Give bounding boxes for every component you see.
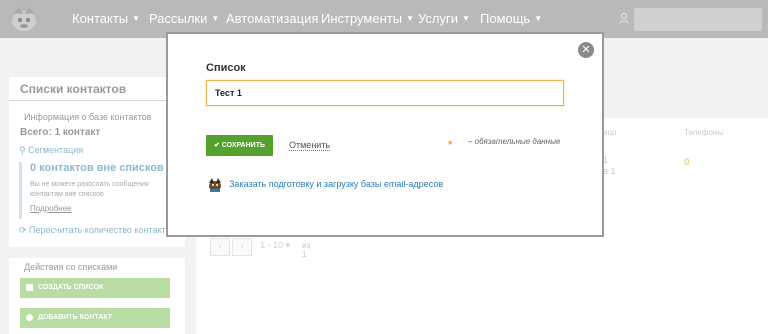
recount-link[interactable]: ⟳ Пересчитать количество контактов <box>19 225 175 236</box>
required-note: – обязательные данные <box>468 137 561 146</box>
add-contact-button[interactable]: ДОБАВИТЬ КОНТАКТ <box>20 308 170 328</box>
user-icon[interactable] <box>618 12 630 24</box>
info-legend: Информация о базе контактов <box>22 112 154 122</box>
chevron-down-icon: ▾ <box>283 240 291 250</box>
chevron-down-icon: ▼ <box>461 14 470 23</box>
order-database-link[interactable]: Заказать подготовку и загрузку базы emai… <box>229 179 443 189</box>
outside-lists-box: 0 контактов вне списков Вы не можете раз… <box>19 162 172 219</box>
mascot-icon <box>209 178 221 192</box>
sidebar: Списки контактов Всего: 1 контакт ⚲ Сегм… <box>9 77 185 334</box>
prev-page-button[interactable]: ‹ <box>210 238 230 256</box>
contact-lists-panel: Списки контактов Всего: 1 контакт ⚲ Сегм… <box>9 77 185 247</box>
divider <box>9 100 185 101</box>
nav-item-contacts[interactable]: Контакты ▼ <box>72 11 140 26</box>
nav-item-mailings[interactable]: Рассылки ▼ <box>149 11 219 26</box>
cancel-link[interactable]: Отменить <box>289 140 331 151</box>
list-name-input[interactable]: Тест 1 <box>206 80 564 106</box>
close-icon[interactable]: ✕ <box>578 42 594 58</box>
outside-lists-text: Вы не можете разослать сообщения контакт… <box>30 181 149 198</box>
outside-lists-title[interactable]: 0 контактов вне списков <box>30 162 164 174</box>
table-cell: а 1 <box>603 166 616 176</box>
nav-item-automation[interactable]: Автоматизация <box>226 11 318 26</box>
list-name-label: Список <box>206 62 246 74</box>
create-list-button[interactable]: СОЗДАТЬ СПИСОК <box>20 278 170 298</box>
page-total: из 1 <box>302 241 311 259</box>
phones-count[interactable]: 0 <box>684 157 690 168</box>
chevron-down-icon: ▼ <box>406 14 414 23</box>
actions-legend: Действия со списками <box>22 262 120 272</box>
chevron-down-icon: ▼ <box>534 14 543 23</box>
plus-circle-icon <box>26 314 33 321</box>
nav-item-tools[interactable]: Инструменты ▼ <box>321 11 414 26</box>
nav-item-services[interactable]: Услуги ▼ <box>418 11 470 26</box>
chevron-down-icon: ▼ <box>211 14 220 23</box>
account-box[interactable] <box>634 8 762 31</box>
next-page-button[interactable]: › <box>232 238 252 256</box>
chevron-down-icon: ▼ <box>132 14 141 23</box>
mascot-logo-icon[interactable] <box>9 5 39 33</box>
list-icon <box>26 284 33 291</box>
page-range-select[interactable]: 1 - 10 ▾ <box>260 240 290 251</box>
column-header-partial: ицо <box>603 128 617 137</box>
sidebar-title: Списки контактов <box>20 82 127 96</box>
refresh-icon: ⟳ <box>19 225 30 235</box>
segmentation-link[interactable]: ⚲ Сегментация <box>19 145 83 156</box>
details-link[interactable]: Подробнее <box>30 204 72 213</box>
column-header-phones: Телефоны <box>684 128 723 137</box>
total-contacts: Всего: 1 контакт <box>20 127 101 138</box>
nav-item-help[interactable]: Помощь ▼ <box>480 11 542 26</box>
search-icon: ⚲ <box>19 145 29 155</box>
save-button[interactable]: ✔ СОХРАНИТЬ <box>206 135 273 156</box>
required-asterisk: * <box>448 139 453 151</box>
